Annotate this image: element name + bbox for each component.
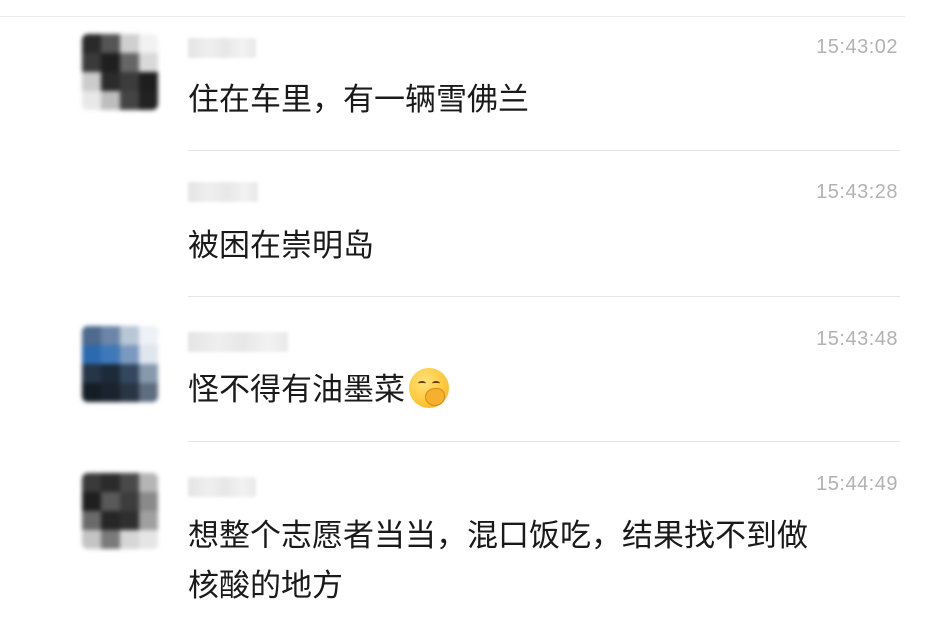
message-timestamp: 15:43:48 (816, 328, 898, 350)
message-timestamp: 15:44:49 (816, 473, 898, 495)
message-divider (188, 441, 900, 442)
message-divider (188, 296, 900, 297)
message-text-line: 核酸的地方 (188, 568, 343, 604)
thinking-face-emoji-icon (409, 368, 449, 408)
top-divider (0, 16, 905, 17)
avatar[interactable] (82, 326, 158, 402)
avatar[interactable] (82, 34, 158, 110)
sender-name-blurred (188, 38, 256, 58)
avatar[interactable] (82, 473, 158, 549)
message-text: 住在车里，有一辆雪佛兰 (188, 82, 529, 118)
message-text-content: 怪不得有油墨菜 (188, 372, 405, 408)
sender-name-blurred (188, 182, 258, 202)
sender-name-blurred (188, 332, 288, 352)
message-divider (188, 150, 900, 151)
sender-name-blurred (188, 477, 256, 497)
message-text-line: 想整个志愿者当当，混口饭吃，结果找不到做 (188, 518, 808, 554)
message-timestamp: 15:43:02 (816, 36, 898, 58)
message-text: 怪不得有油墨菜 (188, 368, 888, 412)
message-text: 被困在崇明岛 (188, 228, 374, 264)
message-timestamp: 15:43:28 (816, 181, 898, 203)
message-text: 想整个志愿者当当，混口饭吃，结果找不到做 核酸的地方 (188, 514, 888, 608)
